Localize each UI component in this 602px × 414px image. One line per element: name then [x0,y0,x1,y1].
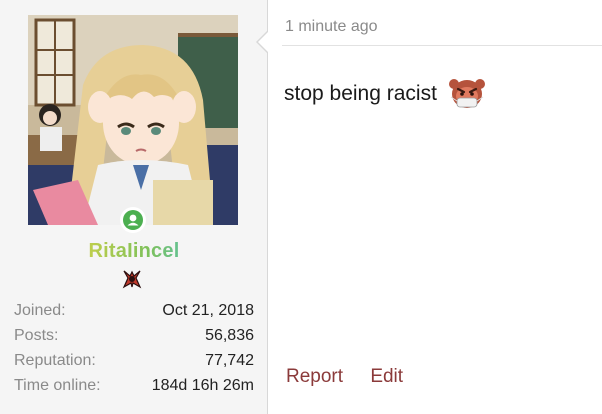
message-body: stop being racist [284,76,487,112]
message-text: stop being racist [284,82,437,105]
rank-emblem-icon [121,268,143,290]
avatar-image [28,15,238,225]
username[interactable]: RitaIincel [0,240,268,263]
report-link[interactable]: Report [286,366,343,387]
stat-value: 77,742 [205,351,254,369]
online-status-badge [120,207,146,233]
stat-reputation: Reputation: 77,742 [14,348,254,373]
header-divider [282,45,602,46]
stat-value: 184d 16h 26m [151,376,254,394]
stat-label: Reputation: [14,351,96,369]
stat-posts: Posts: 56,836 [14,323,254,348]
post-actions: Report Edit [286,366,425,388]
stat-label: Posts: [14,326,59,344]
stat-label: Joined: [14,301,66,319]
user-stats: Joined: Oct 21, 2018 Posts: 56,836 Reput… [14,298,254,398]
stat-value: 56,836 [205,326,254,344]
stat-value: Oct 21, 2018 [162,301,254,319]
user-avatar[interactable] [28,15,238,225]
post-timestamp[interactable]: 1 minute ago [285,18,378,36]
user-panel: RitaIincel Joined: Oct 21, 2018 Posts: 5… [0,0,268,414]
stat-label: Time online: [14,376,101,394]
edit-link[interactable]: Edit [370,366,403,387]
forum-post: RitaIincel Joined: Oct 21, 2018 Posts: 5… [0,0,602,414]
online-user-icon [123,210,143,230]
stat-joined: Joined: Oct 21, 2018 [14,298,254,323]
message-panel: 1 minute ago stop being racist Report Ed… [256,0,602,414]
stat-time-online: Time online: 184d 16h 26m [14,373,254,398]
speech-arrow [256,30,269,54]
angry-mask-emoji-icon [447,76,487,112]
